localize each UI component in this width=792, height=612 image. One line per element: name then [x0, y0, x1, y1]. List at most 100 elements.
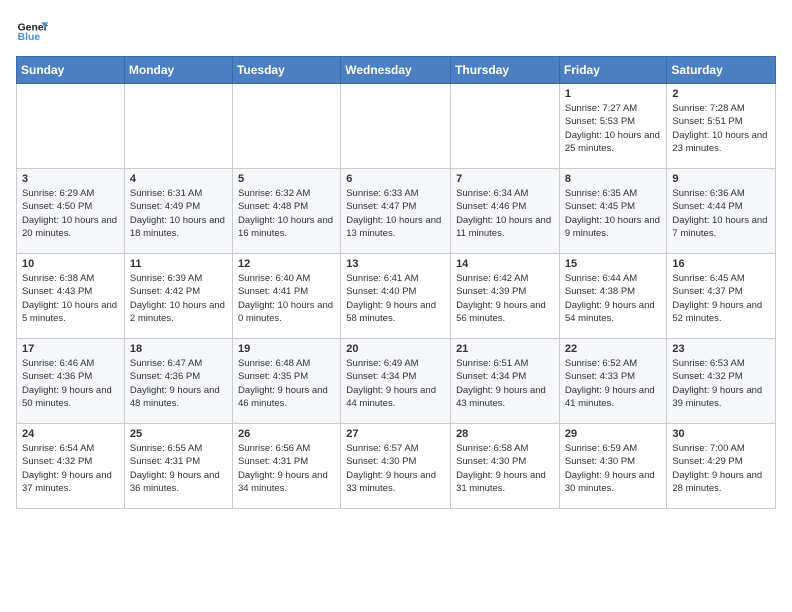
day-number: 14	[456, 258, 554, 270]
day-info: Sunrise: 6:41 AM Sunset: 4:40 PM Dayligh…	[346, 272, 445, 325]
day-number: 3	[22, 173, 119, 185]
page-header: General Blue	[16, 16, 776, 48]
day-info: Sunrise: 6:35 AM Sunset: 4:45 PM Dayligh…	[565, 187, 662, 240]
day-number: 12	[238, 258, 335, 270]
calendar-cell: 30 Sunrise: 7:00 AM Sunset: 4:29 PM Dayli…	[667, 424, 776, 509]
day-info: Sunrise: 6:34 AM Sunset: 4:46 PM Dayligh…	[456, 187, 554, 240]
day-info: Sunrise: 6:54 AM Sunset: 4:32 PM Dayligh…	[22, 442, 119, 495]
day-info: Sunrise: 6:40 AM Sunset: 4:41 PM Dayligh…	[238, 272, 335, 325]
day-number: 24	[22, 428, 119, 440]
day-number: 10	[22, 258, 119, 270]
day-info: Sunrise: 6:52 AM Sunset: 4:33 PM Dayligh…	[565, 357, 662, 410]
day-info: Sunrise: 6:56 AM Sunset: 4:31 PM Dayligh…	[238, 442, 335, 495]
day-number: 7	[456, 173, 554, 185]
day-info: Sunrise: 6:59 AM Sunset: 4:30 PM Dayligh…	[565, 442, 662, 495]
calendar-cell	[17, 84, 125, 169]
column-header-thursday: Thursday	[451, 57, 560, 84]
day-number: 26	[238, 428, 335, 440]
calendar-cell: 21 Sunrise: 6:51 AM Sunset: 4:34 PM Dayli…	[451, 339, 560, 424]
calendar-cell	[451, 84, 560, 169]
calendar-cell: 11 Sunrise: 6:39 AM Sunset: 4:42 PM Dayli…	[124, 254, 232, 339]
calendar-cell	[341, 84, 451, 169]
week-row-5: 24 Sunrise: 6:54 AM Sunset: 4:32 PM Dayli…	[17, 424, 776, 509]
day-number: 28	[456, 428, 554, 440]
day-number: 27	[346, 428, 445, 440]
day-number: 21	[456, 343, 554, 355]
day-number: 15	[565, 258, 662, 270]
day-number: 16	[672, 258, 770, 270]
day-info: Sunrise: 6:39 AM Sunset: 4:42 PM Dayligh…	[130, 272, 227, 325]
day-number: 6	[346, 173, 445, 185]
day-number: 5	[238, 173, 335, 185]
column-header-tuesday: Tuesday	[232, 57, 340, 84]
day-info: Sunrise: 6:33 AM Sunset: 4:47 PM Dayligh…	[346, 187, 445, 240]
day-info: Sunrise: 6:55 AM Sunset: 4:31 PM Dayligh…	[130, 442, 227, 495]
column-header-friday: Friday	[559, 57, 667, 84]
day-number: 23	[672, 343, 770, 355]
logo: General Blue	[16, 16, 48, 48]
calendar-cell: 7 Sunrise: 6:34 AM Sunset: 4:46 PM Daylig…	[451, 169, 560, 254]
column-header-saturday: Saturday	[667, 57, 776, 84]
day-number: 2	[672, 88, 770, 100]
day-number: 29	[565, 428, 662, 440]
day-number: 8	[565, 173, 662, 185]
day-number: 17	[22, 343, 119, 355]
day-info: Sunrise: 6:49 AM Sunset: 4:34 PM Dayligh…	[346, 357, 445, 410]
day-number: 22	[565, 343, 662, 355]
day-info: Sunrise: 7:27 AM Sunset: 5:53 PM Dayligh…	[565, 102, 662, 155]
day-number: 11	[130, 258, 227, 270]
day-info: Sunrise: 6:32 AM Sunset: 4:48 PM Dayligh…	[238, 187, 335, 240]
day-number: 1	[565, 88, 662, 100]
day-number: 4	[130, 173, 227, 185]
day-number: 13	[346, 258, 445, 270]
calendar-cell: 17 Sunrise: 6:46 AM Sunset: 4:36 PM Dayli…	[17, 339, 125, 424]
calendar-cell: 5 Sunrise: 6:32 AM Sunset: 4:48 PM Daylig…	[232, 169, 340, 254]
day-info: Sunrise: 7:28 AM Sunset: 5:51 PM Dayligh…	[672, 102, 770, 155]
day-number: 25	[130, 428, 227, 440]
week-row-2: 3 Sunrise: 6:29 AM Sunset: 4:50 PM Daylig…	[17, 169, 776, 254]
day-info: Sunrise: 6:46 AM Sunset: 4:36 PM Dayligh…	[22, 357, 119, 410]
column-header-sunday: Sunday	[17, 57, 125, 84]
logo-icon: General Blue	[16, 16, 48, 48]
day-number: 9	[672, 173, 770, 185]
column-header-wednesday: Wednesday	[341, 57, 451, 84]
calendar-cell	[124, 84, 232, 169]
calendar-cell: 2 Sunrise: 7:28 AM Sunset: 5:51 PM Daylig…	[667, 84, 776, 169]
calendar-cell: 15 Sunrise: 6:44 AM Sunset: 4:38 PM Dayli…	[559, 254, 667, 339]
calendar-header-row: SundayMondayTuesdayWednesdayThursdayFrid…	[17, 57, 776, 84]
day-number: 20	[346, 343, 445, 355]
calendar-cell: 29 Sunrise: 6:59 AM Sunset: 4:30 PM Dayli…	[559, 424, 667, 509]
calendar-cell: 8 Sunrise: 6:35 AM Sunset: 4:45 PM Daylig…	[559, 169, 667, 254]
column-header-monday: Monday	[124, 57, 232, 84]
calendar-cell: 27 Sunrise: 6:57 AM Sunset: 4:30 PM Dayli…	[341, 424, 451, 509]
day-info: Sunrise: 6:44 AM Sunset: 4:38 PM Dayligh…	[565, 272, 662, 325]
calendar-table: SundayMondayTuesdayWednesdayThursdayFrid…	[16, 56, 776, 509]
day-info: Sunrise: 7:00 AM Sunset: 4:29 PM Dayligh…	[672, 442, 770, 495]
calendar-cell: 26 Sunrise: 6:56 AM Sunset: 4:31 PM Dayli…	[232, 424, 340, 509]
calendar-cell: 22 Sunrise: 6:52 AM Sunset: 4:33 PM Dayli…	[559, 339, 667, 424]
calendar-cell: 19Sunrise: 6:48 AM Sunset: 4:35 PM Dayli…	[232, 339, 340, 424]
day-info: Sunrise: 6:29 AM Sunset: 4:50 PM Dayligh…	[22, 187, 119, 240]
calendar-cell: 13 Sunrise: 6:41 AM Sunset: 4:40 PM Dayli…	[341, 254, 451, 339]
calendar-cell: 18Sunrise: 6:47 AM Sunset: 4:36 PM Dayli…	[124, 339, 232, 424]
day-info: Sunrise: 6:48 AM Sunset: 4:35 PM Dayligh…	[238, 357, 335, 410]
day-info: Sunrise: 6:42 AM Sunset: 4:39 PM Dayligh…	[456, 272, 554, 325]
week-row-4: 17 Sunrise: 6:46 AM Sunset: 4:36 PM Dayli…	[17, 339, 776, 424]
calendar-cell: 3 Sunrise: 6:29 AM Sunset: 4:50 PM Daylig…	[17, 169, 125, 254]
calendar-cell: 23 Sunrise: 6:53 AM Sunset: 4:32 PM Dayli…	[667, 339, 776, 424]
day-info: Sunrise: 6:51 AM Sunset: 4:34 PM Dayligh…	[456, 357, 554, 410]
calendar-cell: 12 Sunrise: 6:40 AM Sunset: 4:41 PM Dayli…	[232, 254, 340, 339]
day-info: Sunrise: 6:53 AM Sunset: 4:32 PM Dayligh…	[672, 357, 770, 410]
day-info: Sunrise: 6:57 AM Sunset: 4:30 PM Dayligh…	[346, 442, 445, 495]
week-row-1: 1 Sunrise: 7:27 AM Sunset: 5:53 PM Daylig…	[17, 84, 776, 169]
calendar-cell: 24 Sunrise: 6:54 AM Sunset: 4:32 PM Dayli…	[17, 424, 125, 509]
calendar-cell: 20 Sunrise: 6:49 AM Sunset: 4:34 PM Dayli…	[341, 339, 451, 424]
day-info: Sunrise: 6:38 AM Sunset: 4:43 PM Dayligh…	[22, 272, 119, 325]
calendar-cell: 10 Sunrise: 6:38 AM Sunset: 4:43 PM Dayli…	[17, 254, 125, 339]
calendar-cell: 6 Sunrise: 6:33 AM Sunset: 4:47 PM Daylig…	[341, 169, 451, 254]
day-number: 30	[672, 428, 770, 440]
calendar-cell	[232, 84, 340, 169]
calendar-cell: 9Sunrise: 6:36 AM Sunset: 4:44 PM Daylig…	[667, 169, 776, 254]
week-row-3: 10 Sunrise: 6:38 AM Sunset: 4:43 PM Dayli…	[17, 254, 776, 339]
calendar-cell: 1 Sunrise: 7:27 AM Sunset: 5:53 PM Daylig…	[559, 84, 667, 169]
